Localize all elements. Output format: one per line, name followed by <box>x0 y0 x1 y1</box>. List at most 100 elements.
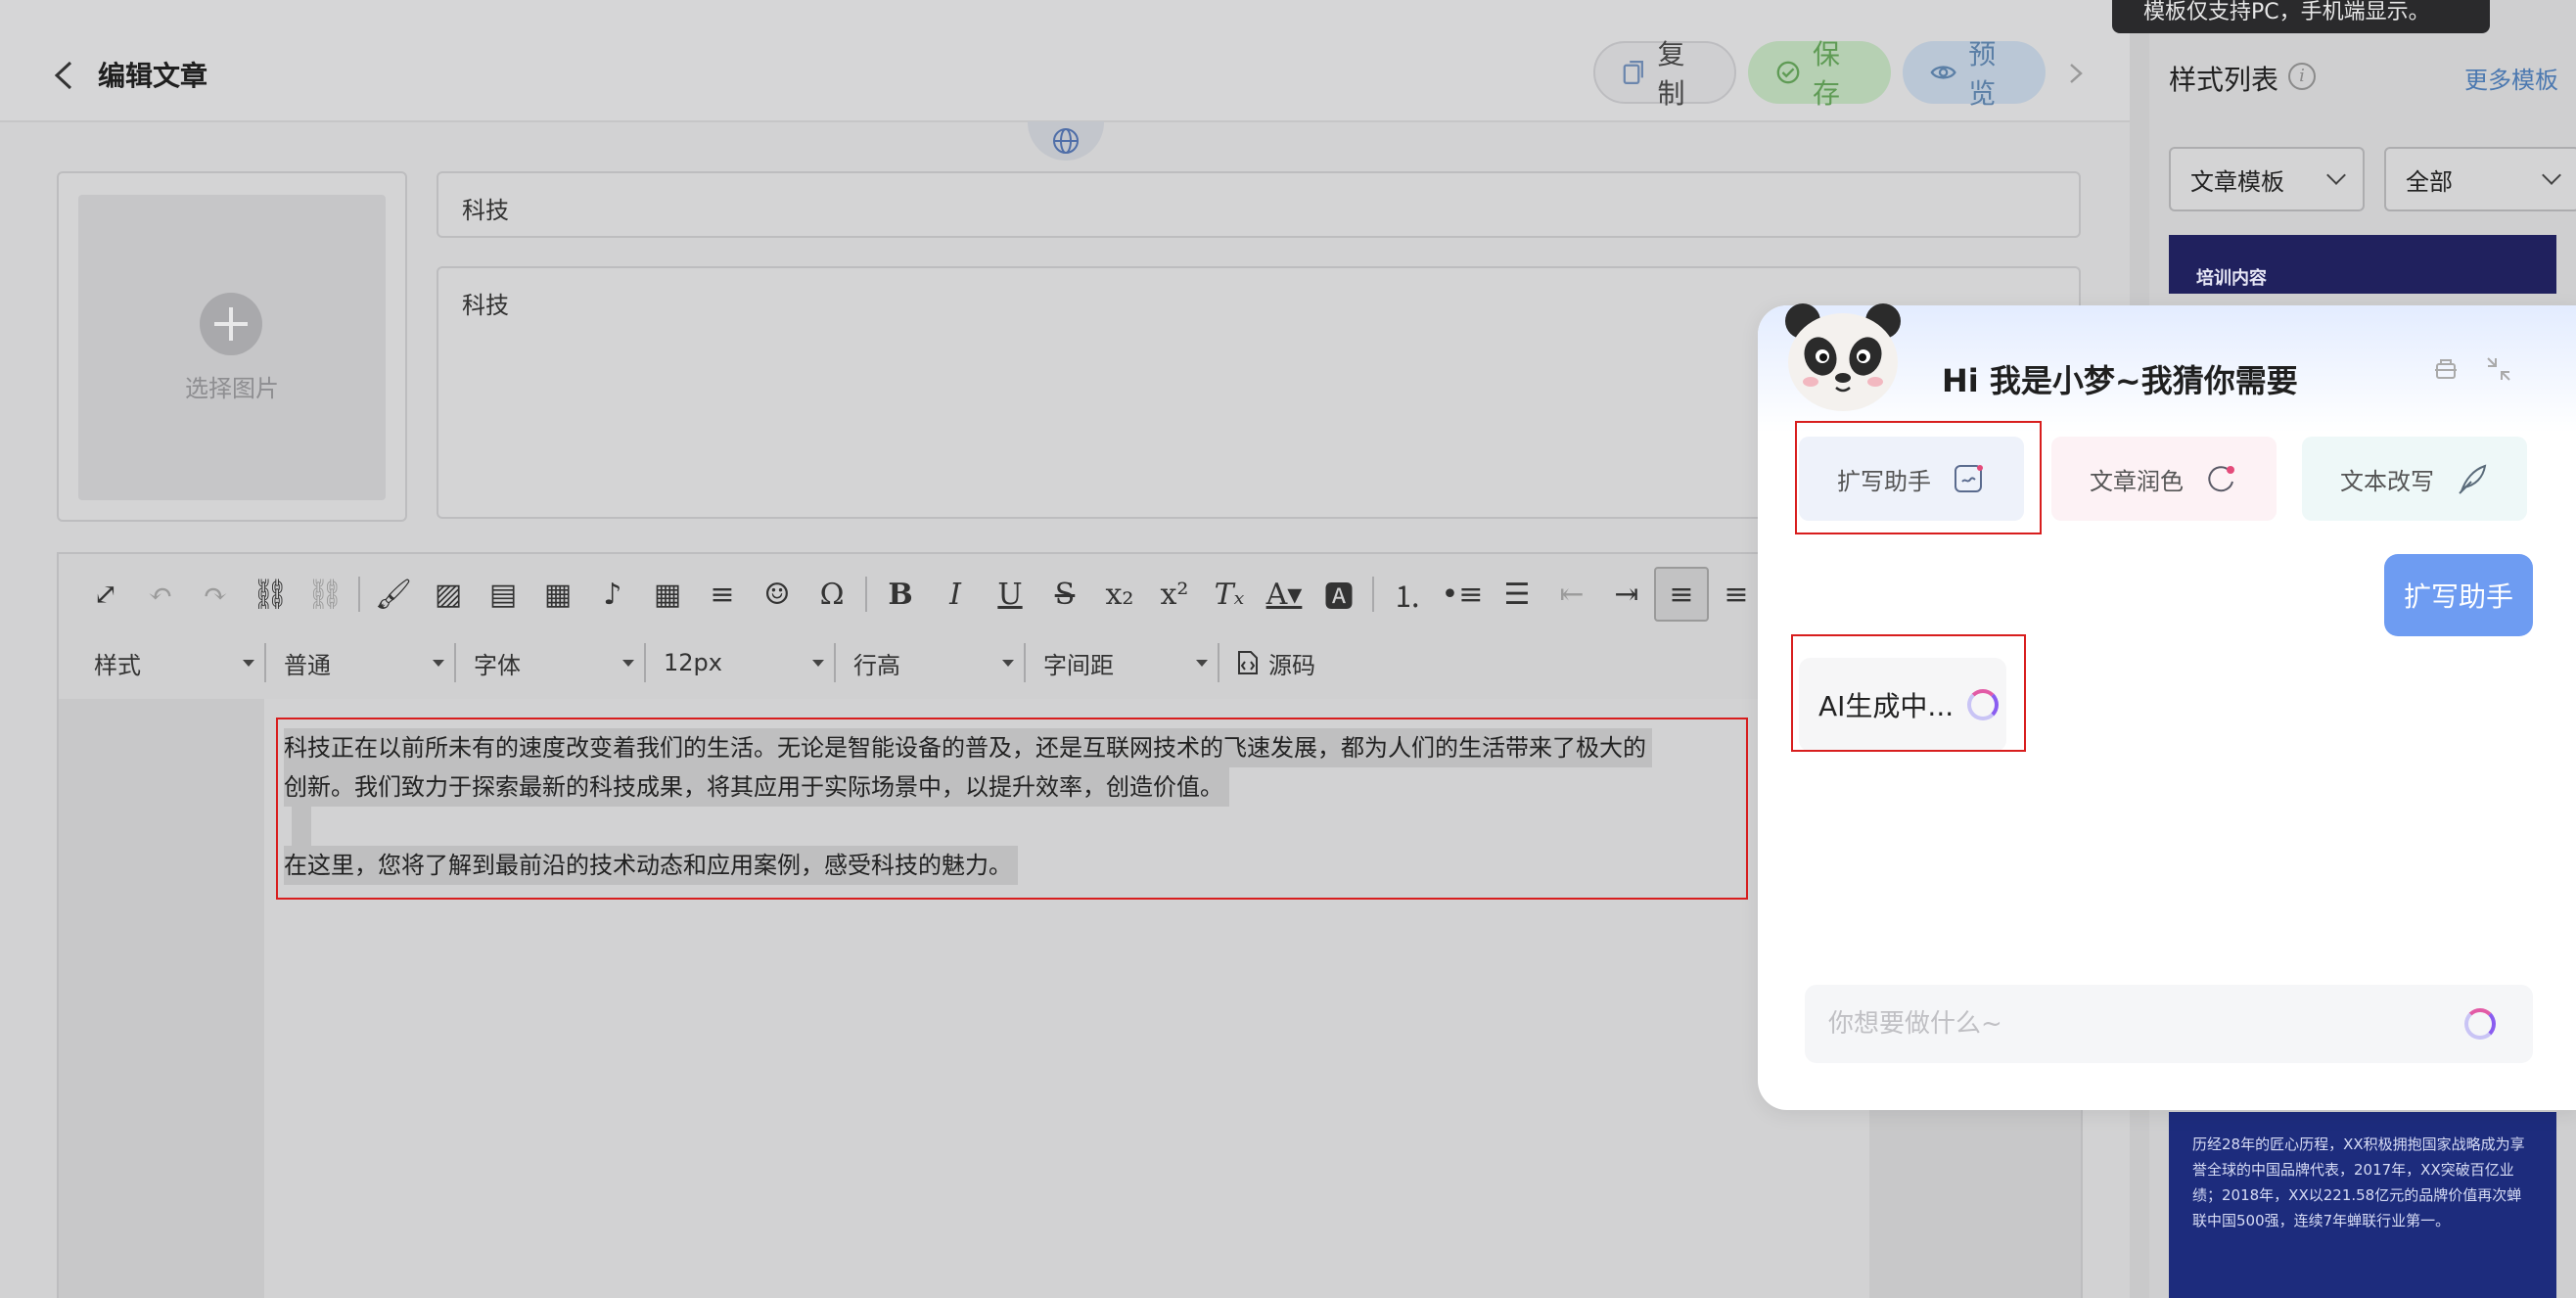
cover-image-picker[interactable]: 选择图片 <box>57 171 407 522</box>
emoji-icon[interactable]: ☺ <box>750 567 805 622</box>
source-code-icon <box>1238 651 1258 674</box>
template-thumbnail[interactable]: 培训内容 <box>2169 235 2556 294</box>
special-char-icon[interactable]: Ω <box>805 567 859 622</box>
source-code-label: 源码 <box>1268 651 1315 679</box>
template-type-value: 文章模板 <box>2190 167 2284 196</box>
plus-icon <box>200 293 262 355</box>
paragraph-dropdown[interactable]: 普通 <box>284 643 456 682</box>
line-height-dropdown-label: 行高 <box>853 651 900 679</box>
ai-prompt-input[interactable] <box>1805 985 2533 1063</box>
info-icon[interactable]: i <box>2288 63 2316 90</box>
format-painter-icon[interactable]: 🖌 <box>366 567 421 622</box>
chevron-down-icon <box>2326 165 2346 185</box>
template-type-select[interactable]: 文章模板 <box>2169 147 2365 211</box>
template-thumbnail[interactable]: 历经28年的匠心历程，XX积极拥抱国家战略成为享誉全球的中国品牌代表，2017年… <box>2169 1112 2556 1298</box>
toolbar-divider <box>358 577 360 612</box>
quick-action-rewrite[interactable]: 文本改写 <box>2302 437 2527 521</box>
quick-action-label: 文本改写 <box>2340 467 2434 495</box>
copy-button[interactable]: 复制 <box>1593 38 1736 110</box>
copy-icon <box>1623 61 1643 84</box>
highlight-box-status <box>1791 634 2026 752</box>
collapse-icon[interactable] <box>2484 354 2513 384</box>
quick-action-label: 文章润色 <box>2090 467 2184 495</box>
font-color-icon[interactable]: A▾ <box>1257 567 1311 622</box>
superscript-icon[interactable]: x² <box>1147 567 1202 622</box>
cover-placeholder: 选择图片 <box>78 195 386 500</box>
audio-icon[interactable]: ♪ <box>585 567 640 622</box>
caret-down-icon <box>433 659 444 667</box>
template-icon[interactable]: ▤ <box>476 567 530 622</box>
clear-chat-icon[interactable] <box>2431 354 2461 384</box>
caret-down-icon <box>622 659 634 667</box>
paragraph-dropdown-label: 普通 <box>284 651 331 679</box>
highlight-box-expand <box>1795 421 2042 534</box>
ordered-list-icon[interactable]: ⒈ <box>1380 567 1435 622</box>
font-size-dropdown-label: 12px <box>664 649 722 676</box>
template-filter-select[interactable]: 全部 <box>2384 147 2576 211</box>
source-code-button[interactable]: 源码 <box>1237 646 1315 680</box>
thumbnail-label: 培训内容 <box>2196 268 2267 289</box>
quick-action-polish[interactable]: 文章润色 <box>2051 437 2277 521</box>
horizontal-rule-icon[interactable]: ≡ <box>695 567 750 622</box>
align-left-icon[interactable]: ≡ <box>1654 567 1709 622</box>
preview-label: 预览 <box>1968 38 1997 110</box>
tooltip: 模板仅支持PC，手机端显示。 <box>2112 0 2490 33</box>
bold-icon[interactable]: B <box>873 567 928 622</box>
style-dropdown-label: 样式 <box>94 651 141 679</box>
undo-icon[interactable]: ↶ <box>133 567 188 622</box>
background-color-icon[interactable]: 🅰 <box>1311 567 1366 622</box>
toolbar-divider <box>865 577 867 612</box>
fullscreen-icon[interactable]: ⤢ <box>78 567 133 622</box>
toolbar-divider <box>1372 577 1374 612</box>
style-dropdown[interactable]: 样式 <box>94 643 266 682</box>
caret-down-icon <box>243 659 254 667</box>
feather-icon <box>2459 464 2487 494</box>
video-icon[interactable]: ▦ <box>530 567 585 622</box>
font-dropdown-label: 字体 <box>474 651 521 679</box>
indent-first-icon[interactable]: ☰ <box>1490 567 1544 622</box>
panda-avatar <box>1785 303 1901 411</box>
outdent-icon[interactable]: ⇤ <box>1544 567 1599 622</box>
chevron-right-icon[interactable] <box>2067 61 2085 86</box>
line-height-dropdown[interactable]: 行高 <box>853 643 1026 682</box>
thumbnail-text: 历经28年的匠心历程，XX积极拥抱国家战略成为享誉全球的中国品牌代表，2017年… <box>2192 1136 2525 1229</box>
indent-icon[interactable]: ⇥ <box>1599 567 1654 622</box>
letter-spacing-dropdown[interactable]: 字间距 <box>1043 643 1219 682</box>
user-message-bubble: 扩写助手 <box>2384 554 2533 636</box>
align-center-icon[interactable]: ≡ <box>1709 567 1764 622</box>
caret-down-icon <box>1196 659 1208 667</box>
italic-icon[interactable]: I <box>928 567 983 622</box>
font-size-dropdown[interactable]: 12px <box>664 643 836 682</box>
redo-icon[interactable]: ↷ <box>188 567 243 622</box>
table-icon[interactable]: ▦ <box>640 567 695 622</box>
check-circle-icon <box>1776 61 1800 84</box>
unlink-icon[interactable]: ⛓ <box>298 567 352 622</box>
save-button[interactable]: 保存 <box>1748 38 1891 110</box>
more-templates-link[interactable]: 更多模板 <box>2464 61 2558 95</box>
image-icon[interactable]: ▨ <box>421 567 476 622</box>
send-loading-icon[interactable] <box>2464 1008 2496 1040</box>
globe-icon <box>1053 128 1079 154</box>
copy-label: 复制 <box>1657 38 1685 110</box>
caret-down-icon <box>812 659 824 667</box>
cover-label: 选择图片 <box>185 375 279 402</box>
preview-button[interactable]: 预览 <box>1903 38 2046 110</box>
page-title: 编辑文章 <box>98 60 208 92</box>
top-bar: 编辑文章 复制 保存 预览 <box>0 0 2130 122</box>
font-dropdown[interactable]: 字体 <box>474 643 646 682</box>
save-label: 保存 <box>1813 38 1841 110</box>
unordered-list-icon[interactable]: •≡ <box>1435 567 1490 622</box>
subscript-icon[interactable]: x₂ <box>1092 567 1147 622</box>
language-toggle[interactable] <box>1028 121 1104 161</box>
caret-down-icon <box>1002 659 1014 667</box>
back-arrow-icon[interactable] <box>51 59 76 92</box>
article-title-input[interactable]: 科技 <box>437 171 2081 238</box>
clear-format-icon[interactable]: Tₓ <box>1202 567 1257 622</box>
underline-icon[interactable]: U <box>983 567 1037 622</box>
chevron-down-icon <box>2542 165 2561 185</box>
ai-greeting: Hi 我是小梦~我猜你需要 <box>1942 362 2298 399</box>
letter-spacing-dropdown-label: 字间距 <box>1043 651 1114 679</box>
link-icon[interactable]: ⛓ <box>243 567 298 622</box>
strikethrough-icon[interactable]: S <box>1037 567 1092 622</box>
eye-icon <box>1930 66 1956 79</box>
